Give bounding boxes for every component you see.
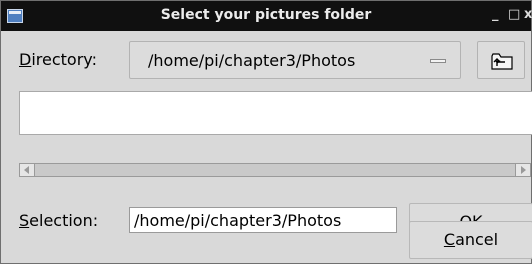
combo-indicator-icon [430, 59, 446, 63]
cancel-button[interactable]: Cancel [409, 221, 532, 259]
horizontal-scrollbar[interactable] [19, 135, 532, 183]
directory-value: /home/pi/chapter3/Photos [148, 51, 356, 70]
dialog-window: Select your pictures folder _ □ x Direct… [0, 0, 532, 264]
scroll-right-button[interactable] [515, 163, 531, 177]
selection-label: Selection: [19, 211, 98, 230]
scroll-left-button[interactable] [19, 163, 35, 177]
title-bar[interactable]: Select your pictures folder _ □ x [1, 1, 532, 31]
folder-up-icon [491, 53, 513, 70]
up-directory-button[interactable] [477, 41, 525, 79]
window-title: Select your pictures folder [160, 7, 372, 23]
directory-combobox[interactable]: /home/pi/chapter3/Photos [129, 41, 461, 79]
cancel-mnemonic: C [443, 230, 456, 249]
close-button[interactable]: x [524, 7, 532, 22]
directory-list[interactable] [19, 91, 532, 135]
arrow-left-icon [24, 166, 29, 174]
selection-label-mnemonic: S [19, 211, 30, 230]
selection-input[interactable] [129, 207, 397, 233]
arrow-right-icon [521, 166, 526, 174]
maximize-button[interactable]: □ [508, 7, 520, 22]
scroll-track[interactable] [19, 163, 531, 177]
directory-label: Directory: [19, 50, 97, 69]
directory-label-mnemonic: D [19, 50, 32, 69]
minimize-button[interactable]: _ [492, 7, 499, 22]
directory-label-text: irectory: [31, 50, 97, 69]
cancel-label: ancel [455, 230, 499, 249]
selection-label-text: election: [29, 211, 99, 230]
